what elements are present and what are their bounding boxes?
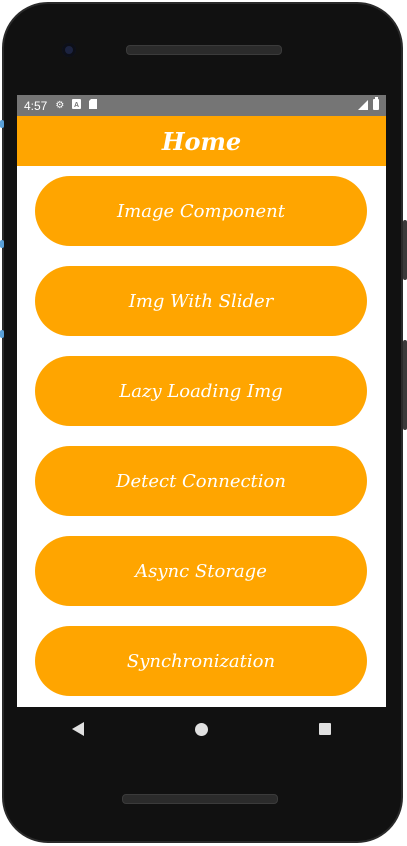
- async-storage-button[interactable]: Async Storage: [35, 536, 367, 606]
- sim-a-icon: A: [72, 99, 82, 112]
- volume-button[interactable]: [403, 340, 407, 430]
- device-frame: 4:57 ⚙ A Home Image Component Img With S…: [0, 0, 407, 846]
- settings-icon: ⚙: [55, 99, 65, 111]
- signal-icon: [358, 99, 368, 110]
- status-bar: 4:57 ⚙ A: [17, 95, 386, 116]
- navigation-bar: [17, 707, 386, 751]
- lazy-loading-img-button[interactable]: Lazy Loading Img: [35, 356, 367, 426]
- svg-text:A: A: [74, 102, 79, 109]
- menu-list: Image Component Img With Slider Lazy Loa…: [35, 176, 367, 707]
- side-marker: [0, 120, 4, 128]
- status-time: 4:57: [24, 98, 48, 113]
- status-right: [358, 97, 379, 110]
- synchronization-button[interactable]: Synchronization: [35, 626, 367, 696]
- back-icon[interactable]: [72, 722, 85, 736]
- img-with-slider-button[interactable]: Img With Slider: [35, 266, 367, 336]
- power-button[interactable]: [403, 220, 407, 280]
- side-marker: [0, 240, 4, 248]
- home-icon[interactable]: [194, 722, 208, 736]
- recent-apps-icon[interactable]: [318, 723, 331, 735]
- app-screen: 4:57 ⚙ A Home Image Component Img With S…: [17, 95, 386, 707]
- page-title: Home: [161, 126, 242, 156]
- battery-icon: [373, 97, 379, 110]
- bottom-speaker: [122, 794, 278, 804]
- app-header: Home: [17, 116, 386, 166]
- front-camera: [62, 43, 76, 57]
- image-component-button[interactable]: Image Component: [35, 176, 367, 246]
- side-marker: [0, 330, 4, 338]
- detect-connection-button[interactable]: Detect Connection: [35, 446, 367, 516]
- top-speaker: [126, 45, 282, 55]
- sd-card-icon: [89, 99, 98, 112]
